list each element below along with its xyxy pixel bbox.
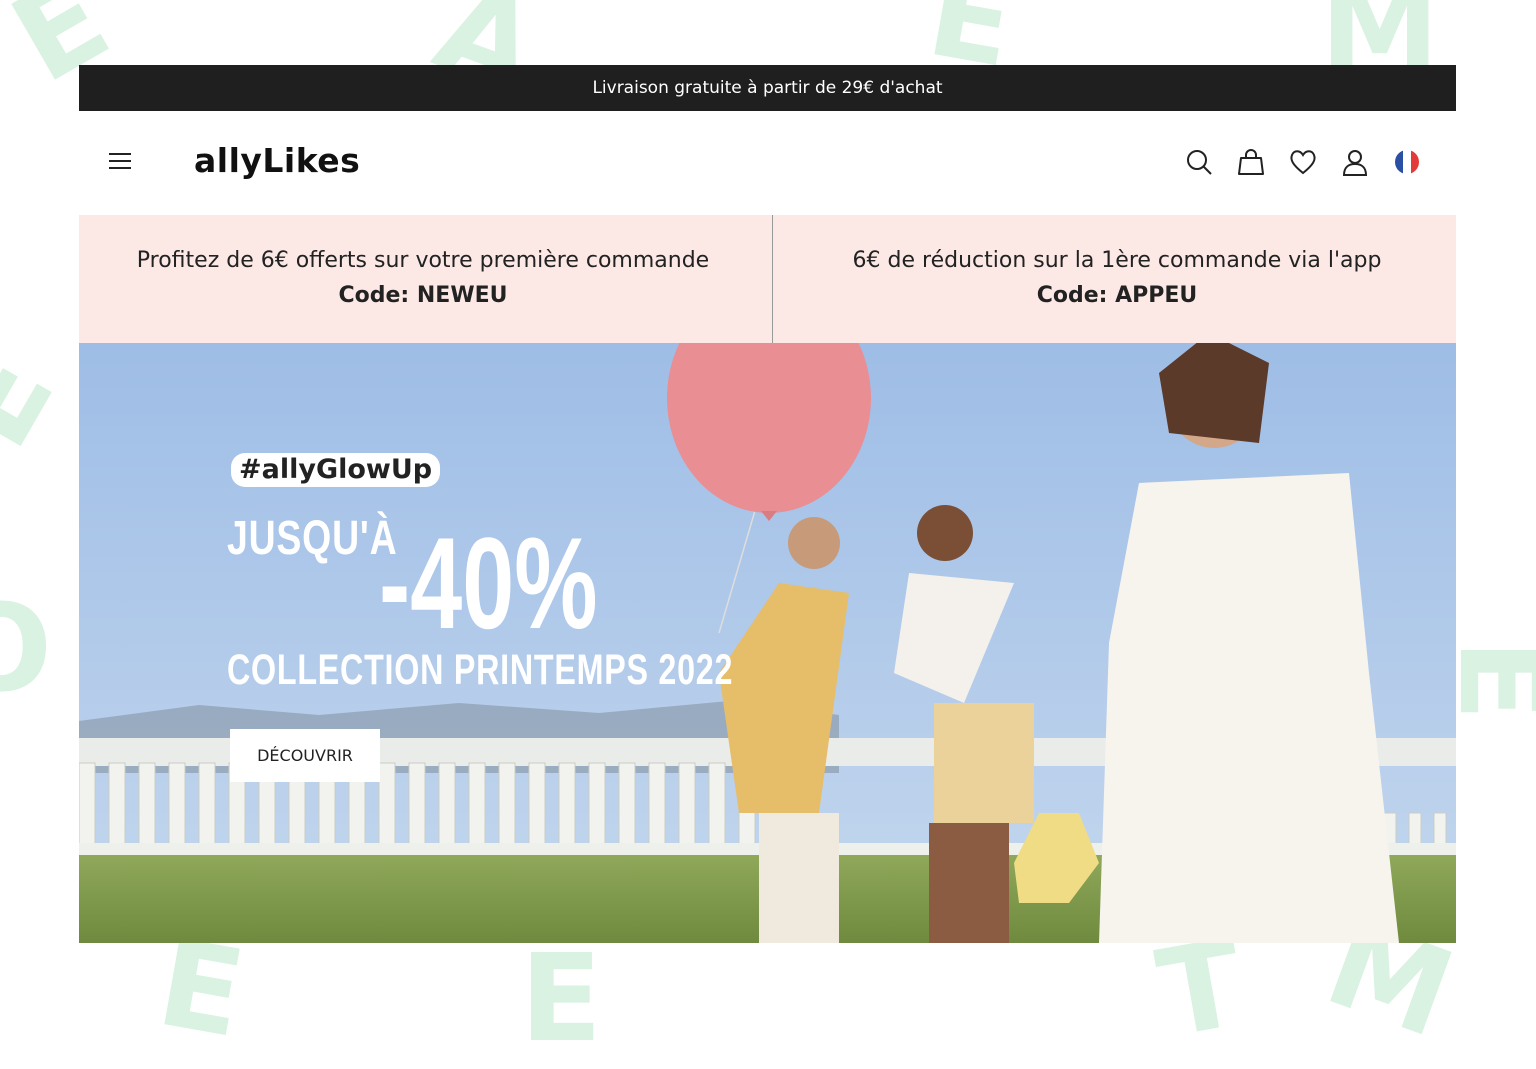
free-shipping-text: Livraison gratuite à partir de 29€ d'ach… [592, 78, 943, 98]
hero-collection-title: COLLECTION PRINTEMPS 2022 [227, 646, 734, 694]
hero-discount: -40% [379, 510, 598, 656]
background-letter: E [148, 913, 254, 1066]
background-letter: O [0, 580, 53, 719]
search-icon[interactable] [1184, 147, 1214, 177]
hero-hashtag: #allyGlowUp [231, 453, 441, 487]
hero-photo [79, 343, 1456, 943]
background-letter: E [0, 329, 82, 471]
background-letter: T [1148, 913, 1254, 1066]
bag-icon[interactable] [1236, 147, 1266, 177]
site-logo[interactable]: allyLikes [194, 141, 360, 180]
background-letter: E [520, 930, 602, 1069]
promo-first-order[interactable]: Profitez de 6€ offerts sur votre premièr… [79, 215, 767, 343]
discover-button[interactable]: DÉCOUVRIR [230, 729, 380, 782]
promo-first-order-text: Profitez de 6€ offerts sur votre premièr… [136, 248, 710, 273]
free-shipping-banner: Livraison gratuite à partir de 29€ d'ach… [79, 65, 1456, 111]
france-flag-icon[interactable] [1392, 147, 1422, 177]
heart-icon[interactable] [1288, 147, 1318, 177]
promo-first-order-code: Code: NEWEU [338, 283, 508, 308]
promo-banner: Profitez de 6€ offerts sur votre premièr… [79, 215, 1456, 343]
promo-app-order-code: Code: APPEU [1036, 283, 1198, 308]
site-header: allyLikes [79, 111, 1456, 215]
hero-banner[interactable]: #allyGlowUp JUSQU'À -40% COLLECTION PRIN… [79, 343, 1456, 943]
header-icons [1184, 147, 1422, 177]
menu-icon[interactable] [109, 151, 133, 171]
user-icon[interactable] [1340, 147, 1370, 177]
hero-prefix: JUSQU'À [227, 512, 398, 565]
promo-app-order[interactable]: 6€ de réduction sur la 1ère commande via… [773, 215, 1456, 343]
promo-app-order-text: 6€ de réduction sur la 1ère commande via… [852, 248, 1382, 273]
browser-page: Livraison gratuite à partir de 29€ d'ach… [79, 65, 1456, 943]
